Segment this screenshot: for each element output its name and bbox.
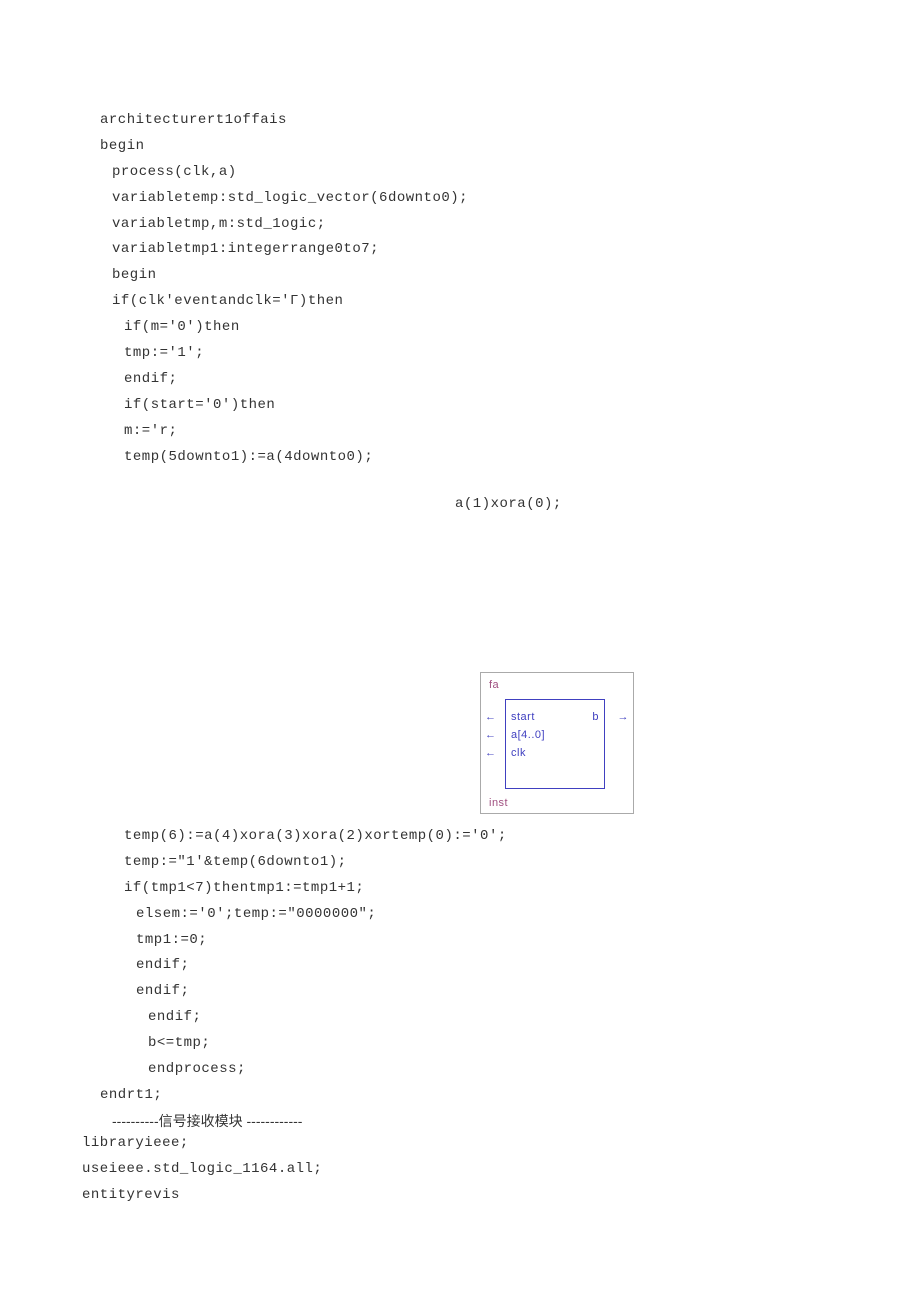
port-label-b: b [592, 711, 599, 723]
code-line: entityrevis [82, 1183, 322, 1209]
port-label-clk: clk [511, 747, 526, 759]
code-line: b<=tmp; [100, 1031, 507, 1057]
code-line: begin [100, 134, 468, 160]
code-line: variabletemp:std_logic_vector(6downto0); [100, 186, 468, 212]
code-line: if(start='0')then [100, 393, 468, 419]
code-line: temp:="1'&temp(6downto1); [100, 850, 507, 876]
code-line: m:='r; [100, 419, 468, 445]
code-line: useieee.std_logic_1164.all; [82, 1157, 322, 1183]
code-line: if(m='0')then [100, 315, 468, 341]
code-line: variabletmp1:integerrange0to7; [100, 237, 468, 263]
arrow-left-icon: ← [485, 747, 497, 759]
code-line: variabletmp,m:std_1ogic; [100, 212, 468, 238]
separator-dashes: ---------- [112, 1113, 159, 1129]
code-block-footer: libraryieee; useieee.std_logic_1164.all;… [82, 1131, 322, 1209]
code-block-top: architecturert1offais begin process(clk,… [100, 108, 468, 470]
arrow-left-icon: ← [485, 729, 497, 741]
code-line: endif; [100, 367, 468, 393]
code-line: endprocess; [100, 1057, 507, 1083]
code-line: endif; [100, 1005, 507, 1031]
code-line: tmp1:=0; [100, 928, 507, 954]
separator-label: 信号接收模块 [159, 1113, 243, 1129]
code-line: architecturert1offais [100, 108, 468, 134]
code-line: endif; [100, 979, 507, 1005]
code-line: temp(6):=a(4)xora(3)xora(2)xortemp(0):='… [100, 824, 507, 850]
separator-dashes: ------------ [243, 1113, 303, 1129]
code-line: if(clk'eventandclk='Γ)then [100, 289, 468, 315]
code-line-xor: a(1)xora(0); [455, 492, 562, 518]
diagram-label-inst: inst [489, 797, 508, 809]
code-line: elsem:='0';temp:="0000000"; [100, 902, 507, 928]
block-diagram: fa ← ← ← → start a[4..0] clk b inst [480, 672, 634, 814]
port-label-a: a[4..0] [511, 729, 545, 741]
code-line: endif; [100, 953, 507, 979]
diagram-label-fa: fa [489, 679, 499, 691]
port-label-start: start [511, 711, 535, 723]
arrow-right-icon: → [618, 711, 630, 723]
code-line: temp(5downto1):=a(4downto0); [100, 445, 468, 471]
code-line: if(tmp1<7)thentmp1:=tmp1+1; [100, 876, 507, 902]
code-line: tmp:='1'; [100, 341, 468, 367]
code-line: process(clk,a) [100, 160, 468, 186]
code-line: libraryieee; [82, 1131, 322, 1157]
code-line: begin [100, 263, 468, 289]
code-line: endrt1; [100, 1083, 507, 1109]
arrow-left-icon: ← [485, 711, 497, 723]
code-block-bottom: temp(6):=a(4)xora(3)xora(2)xortemp(0):='… [100, 824, 507, 1135]
